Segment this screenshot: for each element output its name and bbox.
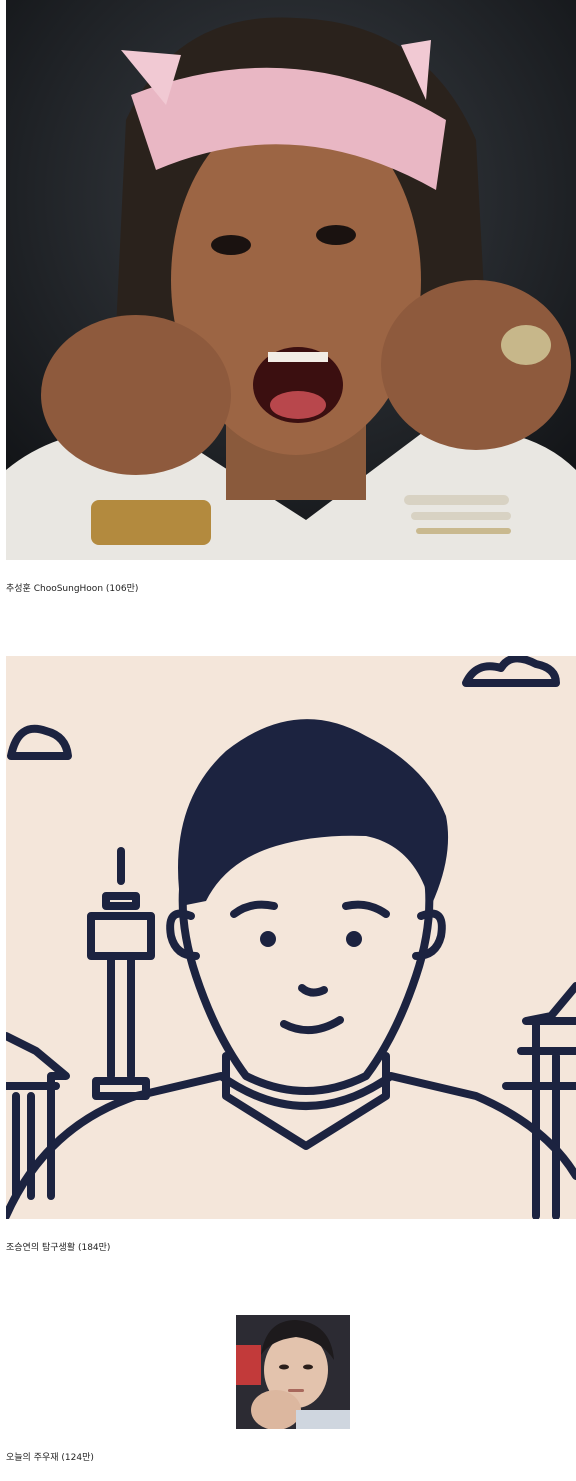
post-caption: 조승연의 탐구생활 (184만) [6,1243,111,1253]
avatar-illustration [6,656,576,1219]
post-image-choosunghoon[interactable] [6,0,576,560]
post-image-illustration[interactable] [6,656,576,1219]
selfie-thumbnail-illustration [236,1315,350,1429]
portrait-photo-illustration [6,0,576,560]
post-image-thumbnail[interactable] [236,1315,350,1429]
post-caption: 오늘의 주우재 (124만) [6,1453,94,1463]
post-caption: 추성훈 ChooSungHoon (106만) [6,584,139,594]
